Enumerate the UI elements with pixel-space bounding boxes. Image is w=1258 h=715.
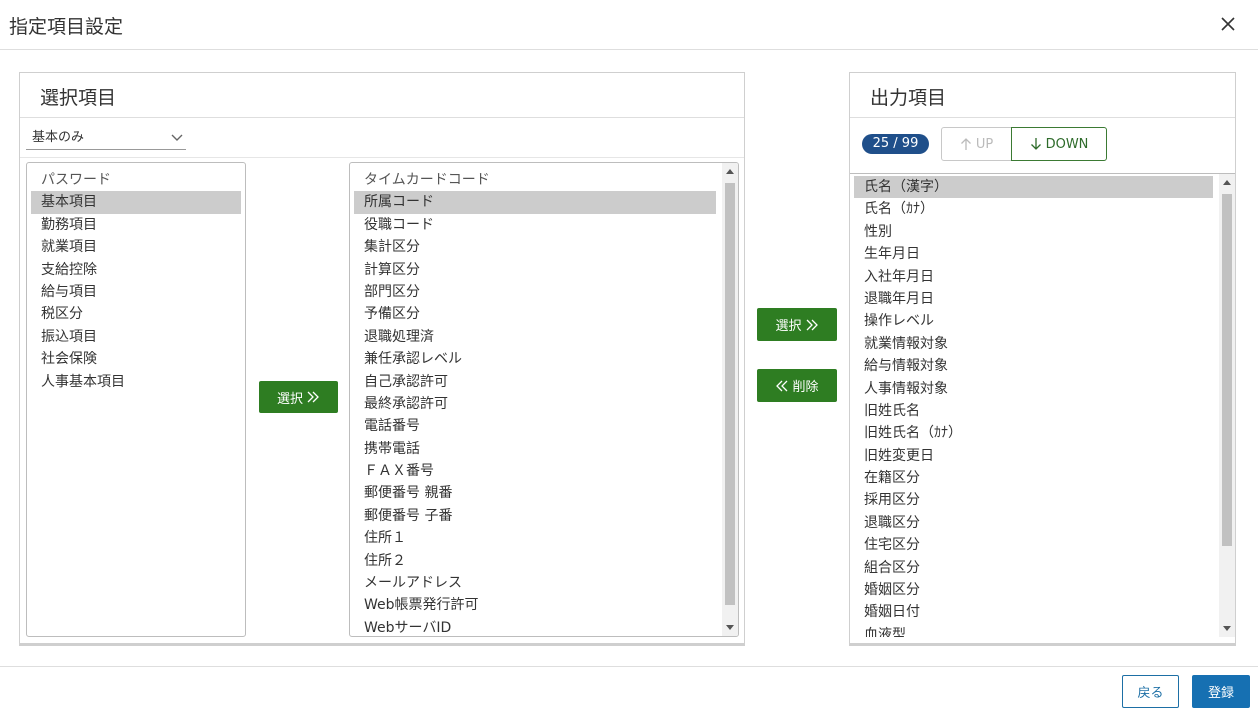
list-item[interactable]: ＦＡＸ番号	[354, 460, 716, 482]
list-item[interactable]: 就業項目	[31, 236, 241, 258]
list-item[interactable]: 電話番号	[354, 415, 716, 437]
list-item[interactable]: 役職コード	[354, 214, 716, 236]
scroll-thumb[interactable]	[1222, 194, 1232, 546]
move-down-label: DOWN	[1045, 136, 1089, 152]
category-list[interactable]: パスワード 基本項目 勤務項目 就業項目 支給控除 給与項目 税区分 振込項目 社会保険 人事基本…	[26, 162, 246, 637]
list-item[interactable]: 給与項目	[31, 281, 241, 303]
list-item[interactable]: WebサーバID	[354, 617, 716, 636]
list-item[interactable]: 兼任承認レベル	[354, 348, 716, 370]
arrow-up-icon	[960, 138, 971, 150]
list-item[interactable]: 人事情報対象	[854, 378, 1213, 400]
back-button[interactable]: 戻る	[1122, 675, 1179, 708]
list-item[interactable]: 退職年月日	[854, 288, 1213, 310]
output-list[interactable]: 氏名（漢字） 氏名（ｶﾅ） 性別 生年月日 入社年月日 退職年月日 操作レベル 就業情報対象給…	[850, 173, 1235, 637]
scroll-thumb[interactable]	[725, 183, 735, 605]
list-item[interactable]: 振込項目	[31, 326, 241, 348]
list-item[interactable]: 給与情報対象	[854, 355, 1213, 377]
select-category-button[interactable]: 選択	[259, 381, 338, 413]
scroll-up-icon[interactable]	[1223, 180, 1231, 185]
remove-from-output-button[interactable]: 削除	[757, 369, 837, 402]
remove-from-output-label: 削除	[792, 380, 819, 395]
list-item[interactable]: 支給控除	[31, 259, 241, 281]
category-filter-select[interactable]: 基本のみ	[26, 128, 186, 150]
list-item[interactable]: 組合区分	[854, 557, 1213, 579]
list-item[interactable]: 退職区分	[854, 512, 1213, 534]
list-item[interactable]: 集計区分	[354, 236, 716, 258]
list-item[interactable]: 在籍区分	[854, 467, 1213, 489]
footer-divider	[0, 666, 1258, 667]
list-item[interactable]: 部門区分	[354, 281, 716, 303]
output-count-badge: 25 / 99	[862, 134, 929, 154]
list-item[interactable]: 就業情報対象	[854, 333, 1213, 355]
move-up-label: UP	[975, 136, 994, 152]
list-item[interactable]: 旧姓氏名	[854, 400, 1213, 422]
list-item[interactable]: 生年月日	[854, 243, 1213, 265]
output-panel: 出力項目 25 / 99 UP DOWN 氏名（漢字） 氏名（ｶﾅ） 性別 生年月日入…	[849, 72, 1236, 644]
list-item[interactable]: 携帯電話	[354, 438, 716, 460]
list-item[interactable]: 勤務項目	[31, 214, 241, 236]
list-item[interactable]: タイムカードコード	[354, 169, 716, 191]
scroll-down-icon[interactable]	[1223, 626, 1231, 631]
list-item[interactable]: 基本項目	[31, 191, 241, 214]
list-item[interactable]: 所属コード	[354, 191, 716, 214]
list-item[interactable]: 自己承認許可	[354, 371, 716, 393]
list-item[interactable]: 郵便番号 子番	[354, 505, 716, 527]
list-item[interactable]: 人事基本項目	[31, 371, 241, 393]
list-item[interactable]: 最終承認許可	[354, 393, 716, 415]
chevron-down-icon	[170, 130, 184, 144]
move-up-button[interactable]: UP	[941, 127, 1012, 161]
list-item[interactable]: 血液型	[854, 624, 1213, 637]
add-to-output-button[interactable]: 選択	[757, 308, 837, 341]
list-item[interactable]: 郵便番号 親番	[354, 482, 716, 504]
double-chevron-right-icon	[806, 319, 818, 330]
list-item[interactable]: 住所１	[354, 527, 716, 549]
scroll-down-icon[interactable]	[726, 625, 734, 630]
output-list-scrollbar[interactable]	[1219, 174, 1235, 637]
list-item[interactable]: 社会保険	[31, 348, 241, 370]
item-list-scrollbar[interactable]	[722, 163, 738, 636]
divider	[850, 117, 1235, 118]
list-item[interactable]: 税区分	[31, 303, 241, 325]
dialog-title: 指定項目設定	[9, 16, 124, 38]
list-item[interactable]: 旧姓氏名（ｶﾅ）	[854, 422, 1213, 444]
list-item[interactable]: 氏名（ｶﾅ）	[854, 198, 1213, 220]
double-chevron-right-icon	[307, 391, 319, 403]
divider	[20, 157, 744, 158]
list-item[interactable]: 予備区分	[354, 303, 716, 325]
list-item[interactable]: メールアドレス	[354, 572, 716, 594]
register-button[interactable]: 登録	[1192, 675, 1250, 708]
arrow-down-icon	[1030, 138, 1041, 150]
list-item[interactable]: 旧姓変更日	[854, 445, 1213, 467]
list-item[interactable]: Web帳票発行許可	[354, 594, 716, 616]
move-down-button[interactable]: DOWN	[1011, 127, 1107, 161]
dialog-header: 指定項目設定	[0, 0, 1258, 50]
list-item[interactable]: 退職処理済	[354, 326, 716, 348]
add-to-output-label: 選択	[775, 319, 802, 334]
close-icon[interactable]	[1216, 12, 1240, 36]
selection-panel: 選択項目 基本のみ パスワード 基本項目 勤務項目 就業項目 支給控除 給与項目 税区分 振込…	[19, 72, 745, 644]
select-category-label: 選択	[276, 391, 303, 407]
list-item[interactable]: 住宅区分	[854, 534, 1213, 556]
list-item[interactable]: 氏名（漢字）	[854, 176, 1213, 199]
output-panel-title: 出力項目	[870, 87, 947, 109]
scroll-up-icon[interactable]	[726, 169, 734, 174]
list-item[interactable]: 採用区分	[854, 489, 1213, 511]
list-item[interactable]: 入社年月日	[854, 266, 1213, 288]
list-item[interactable]: 婚姻日付	[854, 601, 1213, 623]
list-item[interactable]: 性別	[854, 221, 1213, 243]
list-item[interactable]: パスワード	[31, 169, 241, 191]
list-item[interactable]: 婚姻区分	[854, 579, 1213, 601]
category-filter-value: 基本のみ	[32, 130, 85, 145]
list-item[interactable]: 計算区分	[354, 259, 716, 281]
item-list[interactable]: タイムカードコード 所属コード 役職コード 集計区分 計算区分 部門区分 予備区分 退職処理済…	[349, 162, 739, 637]
list-item[interactable]: 住所２	[354, 550, 716, 572]
double-chevron-left-icon	[776, 380, 788, 391]
list-item[interactable]: 操作レベル	[854, 310, 1213, 332]
divider	[20, 117, 744, 118]
selection-panel-title: 選択項目	[40, 87, 117, 109]
